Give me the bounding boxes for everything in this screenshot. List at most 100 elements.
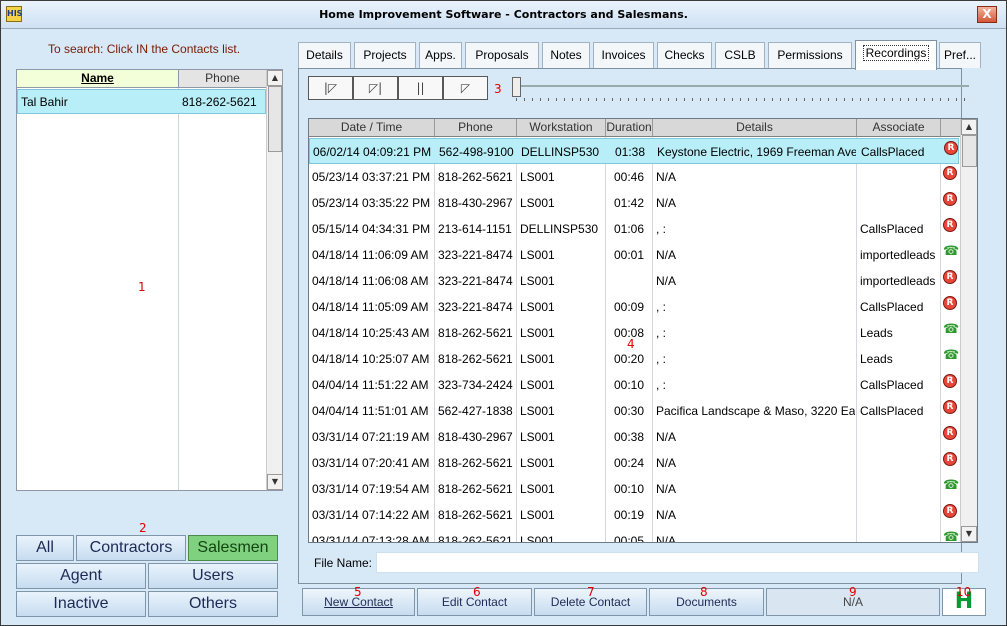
recording-row[interactable]: 04/04/14 11:51:22 AM 323-734-2424 LS001 00:… xyxy=(309,372,959,398)
cell-duration: 00:20 xyxy=(614,352,645,366)
tab-invoices[interactable]: Invoices xyxy=(593,42,654,68)
filter-salesmen-button[interactable]: Salesmen xyxy=(188,535,278,561)
cell-phone: 818-430-2967 xyxy=(438,196,513,210)
record-icon[interactable]: R xyxy=(943,504,957,518)
tab-apps[interactable]: Apps. xyxy=(419,42,462,68)
column-header-details[interactable]: Details xyxy=(653,119,857,137)
scroll-up-icon[interactable]: ▲ xyxy=(961,119,977,135)
marker-4: 4 xyxy=(627,337,635,351)
cell-workstation: LS001 xyxy=(520,196,555,210)
recording-row[interactable]: 03/31/14 07:20:41 AM 818-262-5621 LS001 00:… xyxy=(309,450,959,476)
playback-slider-thumb[interactable] xyxy=(512,77,521,97)
recording-row[interactable]: 05/15/14 04:34:31 PM 213-614-1151 DELLINSP… xyxy=(309,216,959,242)
cell-phone: 818-262-5621 xyxy=(438,534,513,543)
recordings-grid[interactable]: Date / Time Phone Workstation Duration D… xyxy=(308,118,978,543)
contacts-scrollbar[interactable]: ▲ ▼ xyxy=(266,70,283,490)
scroll-thumb[interactable] xyxy=(268,86,282,152)
column-header-workstation[interactable]: Workstation xyxy=(517,119,606,137)
filter-agent-button[interactable]: Agent xyxy=(16,563,146,589)
column-header-name[interactable]: Name xyxy=(17,70,179,88)
record-icon[interactable]: R xyxy=(944,141,958,155)
tab-preferences[interactable]: Pref... xyxy=(939,42,981,68)
cell-workstation: DELLINSP530 xyxy=(520,222,599,236)
recording-row[interactable]: 05/23/14 03:35:22 PM 818-430-2967 LS001 01:… xyxy=(309,190,959,216)
record-icon[interactable]: R xyxy=(943,270,957,284)
column-header-phone[interactable]: Phone xyxy=(179,70,267,88)
cell-details: , : xyxy=(656,300,667,314)
record-icon[interactable]: R xyxy=(943,452,957,466)
phone-icon[interactable]: ☎ xyxy=(943,348,959,363)
recording-row[interactable]: 04/18/14 11:06:08 AM 323-221-8474 LS001 N/A… xyxy=(309,268,959,294)
record-icon[interactable]: R xyxy=(943,400,957,414)
record-icon[interactable]: R xyxy=(943,426,957,440)
cell-datetime: 04/18/14 10:25:43 AM xyxy=(312,326,430,340)
column-header-phone[interactable]: Phone xyxy=(435,119,517,137)
playback-slider-track[interactable] xyxy=(516,85,969,87)
scroll-down-icon[interactable]: ▼ xyxy=(961,526,977,542)
record-icon[interactable]: R xyxy=(943,218,957,232)
window-title: Home Improvement Software - Contractors … xyxy=(319,8,688,21)
recording-row[interactable]: 03/31/14 07:13:28 AM 818-262-5621 LS001 00:… xyxy=(309,528,959,543)
record-icon[interactable]: R xyxy=(943,192,957,206)
contact-row[interactable]: Tal Bahir 818-262-5621 xyxy=(17,89,266,114)
recording-row[interactable]: 03/31/14 07:19:54 AM 818-262-5621 LS001 00:… xyxy=(309,476,959,502)
play-button[interactable]: ◸| xyxy=(353,76,398,100)
stop-button[interactable]: ◸ xyxy=(443,76,488,100)
filter-others-button[interactable]: Others xyxy=(148,591,278,617)
recording-row[interactable]: 03/31/14 07:14:22 AM 818-262-5621 LS001 00:… xyxy=(309,502,959,528)
filter-contractors-button[interactable]: Contractors xyxy=(76,535,186,561)
scroll-down-icon[interactable]: ▼ xyxy=(267,474,283,490)
cell-phone: 818-262-5621 xyxy=(438,482,513,496)
skip-start-button[interactable]: |◸ xyxy=(308,76,353,100)
tab-notes[interactable]: Notes xyxy=(542,42,590,68)
column-header-associate[interactable]: Associate xyxy=(857,119,941,137)
recording-row[interactable]: 04/18/14 11:05:09 AM 323-221-8474 LS001 00:… xyxy=(309,294,959,320)
cell-details: , : xyxy=(656,222,667,236)
filter-users-button[interactable]: Users xyxy=(148,563,278,589)
cell-duration: 00:10 xyxy=(614,378,645,392)
cell-associate: CallsPlaced xyxy=(860,300,924,314)
close-button[interactable]: X xyxy=(977,6,997,23)
cell-duration: 01:06 xyxy=(614,222,645,236)
recordings-scrollbar[interactable]: ▲ ▼ xyxy=(960,119,977,542)
contacts-list[interactable]: Name Phone Tal Bahir 818-262-5621 ▲ ▼ xyxy=(16,69,283,491)
recording-row[interactable]: 05/23/14 03:37:21 PM 818-262-5621 LS001 00:… xyxy=(309,164,959,190)
filter-inactive-button[interactable]: Inactive xyxy=(16,591,146,617)
tab-recordings[interactable]: Recordings xyxy=(855,40,937,70)
cell-duration: 01:42 xyxy=(614,196,645,210)
tab-proposals[interactable]: Proposals xyxy=(465,42,539,68)
recording-row[interactable]: 06/02/14 04:09:21 PM 562-498-9100 DELLINSP… xyxy=(309,138,959,164)
cell-datetime: 04/04/14 11:51:22 AM xyxy=(312,378,429,392)
recording-row[interactable]: 04/18/14 11:06:09 AM 323-221-8474 LS001 00:… xyxy=(309,242,959,268)
tab-checks[interactable]: Checks xyxy=(657,42,712,68)
phone-icon[interactable]: ☎ xyxy=(943,322,959,337)
cell-datetime: 03/31/14 07:14:22 AM xyxy=(312,508,430,522)
tab-projects[interactable]: Projects xyxy=(354,42,416,68)
tab-permissions[interactable]: Permissions xyxy=(768,42,852,68)
cell-details: N/A xyxy=(656,170,677,184)
scroll-up-icon[interactable]: ▲ xyxy=(267,70,283,86)
phone-icon[interactable]: ☎ xyxy=(943,530,959,542)
record-icon[interactable]: R xyxy=(943,374,957,388)
phone-icon[interactable]: ☎ xyxy=(943,478,959,493)
scroll-thumb[interactable] xyxy=(962,135,977,167)
file-name-field[interactable] xyxy=(376,552,979,573)
cell-phone: 818-262-5621 xyxy=(438,352,513,366)
pause-button[interactable]: || xyxy=(398,76,443,100)
record-icon[interactable]: R xyxy=(943,296,957,310)
tab-details[interactable]: Details xyxy=(298,42,351,68)
phone-icon[interactable]: ☎ xyxy=(943,244,959,259)
marker-1: 1 xyxy=(138,280,146,294)
cell-phone: 323-221-8474 xyxy=(438,248,513,262)
tab-cslb[interactable]: CSLB xyxy=(715,42,765,68)
recording-row[interactable]: 03/31/14 07:21:19 AM 818-430-2967 LS001 00:… xyxy=(309,424,959,450)
recording-row[interactable]: 04/04/14 11:51:01 AM 562-427-1838 LS001 00:… xyxy=(309,398,959,424)
cell-datetime: 04/18/14 11:05:09 AM xyxy=(312,300,429,314)
cell-workstation: LS001 xyxy=(520,170,555,184)
cell-details: , : xyxy=(656,352,667,366)
cell-phone: 213-614-1151 xyxy=(438,222,512,236)
record-icon[interactable]: R xyxy=(943,166,957,180)
column-header-datetime[interactable]: Date / Time xyxy=(309,119,435,137)
filter-all-button[interactable]: All xyxy=(16,535,74,561)
column-header-duration[interactable]: Duration xyxy=(606,119,653,137)
